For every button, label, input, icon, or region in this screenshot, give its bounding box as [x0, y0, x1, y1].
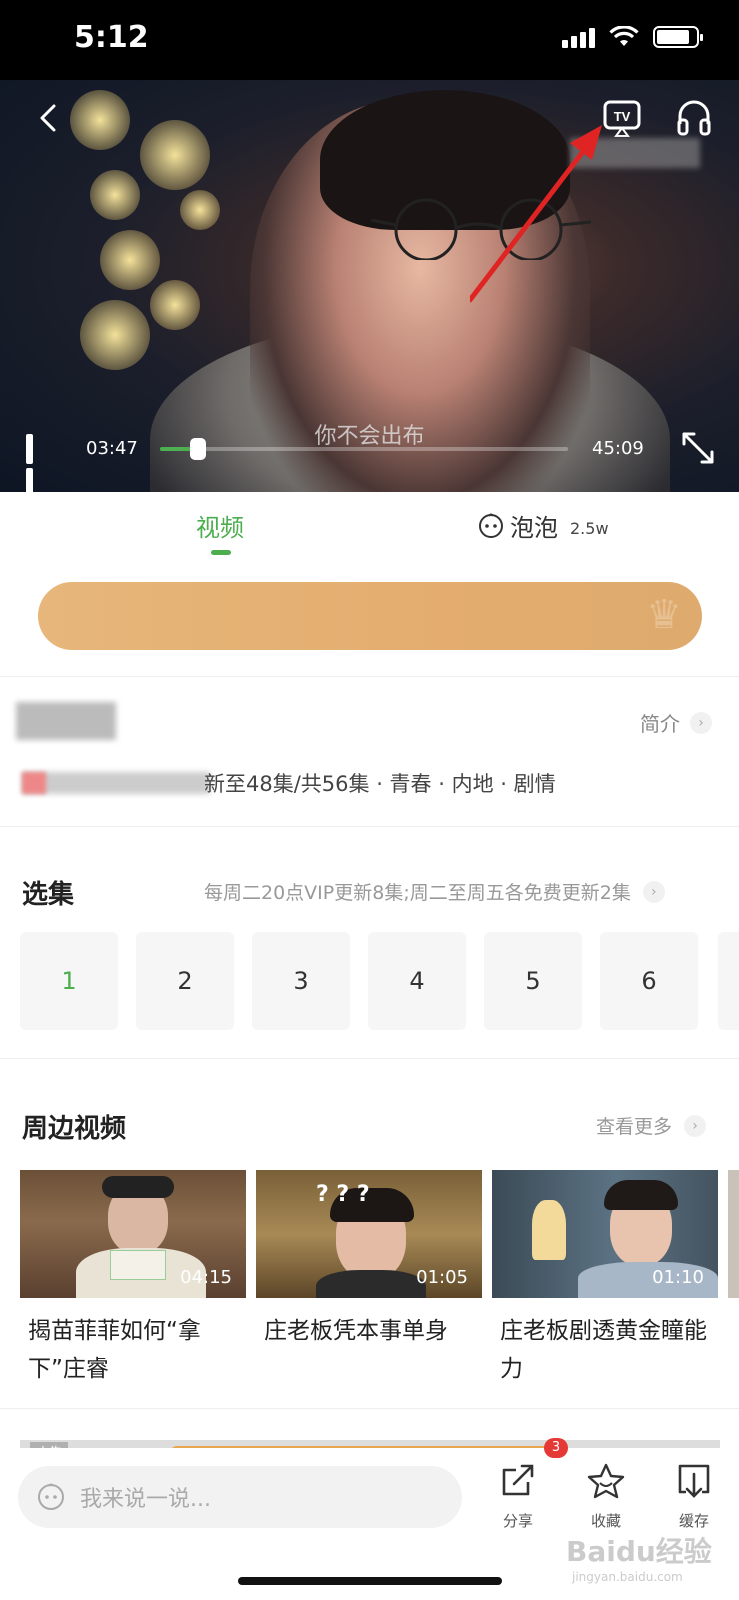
fullscreen-icon — [682, 432, 714, 464]
related-video-card[interactable]: 01:10 庄老板剧透黄金瞳能力 — [492, 1170, 718, 1388]
cellular-signal-icon — [562, 26, 595, 48]
battery-icon — [653, 26, 703, 48]
chevron-right-icon: › — [642, 880, 665, 903]
star-icon — [587, 1463, 625, 1499]
share-button[interactable]: 分享 — [488, 1462, 548, 1531]
tab-active-indicator — [211, 550, 231, 555]
video-thumbnail: 01:10 — [492, 1170, 718, 1298]
video-title: 庄老板剧透黄金瞳能力 — [500, 1318, 707, 1382]
tab-bubble[interactable]: 泡泡 2.5w — [478, 508, 609, 543]
total-time: 45:09 — [592, 438, 644, 459]
status-icons — [562, 26, 703, 48]
tab-bubble-label: 泡泡 — [510, 514, 558, 542]
related-video-card[interactable]: ? ? ? 01:05 庄老板凭本事单身 — [256, 1170, 482, 1388]
bubble-face-icon — [479, 513, 503, 538]
chevron-right-icon: › — [690, 711, 712, 734]
meta-badge-blurred — [22, 772, 46, 794]
episode-button-partial[interactable] — [718, 932, 739, 1030]
video-title: 庄老板凭本事单身 — [264, 1318, 448, 1344]
episode-button[interactable]: 1 — [20, 932, 118, 1030]
intro-label: 简介 — [640, 712, 680, 736]
notification-badge: 3 — [544, 1438, 568, 1458]
wifi-icon — [609, 26, 639, 46]
tab-video[interactable]: 视频 — [196, 508, 244, 543]
content-tabs: 视频 泡泡 2.5w — [0, 492, 739, 560]
chevron-right-icon: › — [684, 1114, 707, 1137]
crown-icon: ♛ — [646, 592, 682, 638]
divider — [0, 1058, 739, 1059]
progress-fill — [160, 447, 195, 451]
show-meta: 新至48集/共56集 · 青春 · 内地 · 剧情 — [204, 772, 556, 796]
related-more-link[interactable]: 查看更多 › — [596, 1112, 707, 1139]
share-icon — [502, 1464, 534, 1496]
comment-input[interactable]: 我来说一说... — [18, 1466, 462, 1528]
episode-button[interactable]: 6 — [600, 932, 698, 1030]
related-video-list: 04:15 揭苗菲菲如何“拿下”庄睿 ? ? ? 01:05 庄老板凭本事单身 … — [20, 1170, 718, 1388]
comment-placeholder: 我来说一说... — [80, 1487, 211, 1512]
divider — [0, 1408, 739, 1409]
favorite-label: 收藏 — [590, 1512, 621, 1530]
episode-button[interactable]: 4 — [368, 932, 466, 1030]
meta-blurred — [22, 772, 210, 794]
download-label: 缓存 — [678, 1512, 709, 1530]
episodes-schedule: 每周二20点VIP更新8集;周二至周五各免费更新2集 — [204, 882, 631, 904]
watermark-url: jingyan.baidu.com — [572, 1570, 683, 1584]
back-icon — [40, 104, 56, 132]
share-label: 分享 — [502, 1512, 533, 1530]
download-icon — [678, 1464, 710, 1498]
vip-banner[interactable]: ♛ — [38, 582, 702, 650]
status-bar: 5:12 — [0, 0, 739, 80]
tab-bubble-count: 2.5w — [570, 519, 609, 538]
pause-button[interactable] — [26, 434, 52, 492]
episodes-schedule-link[interactable]: 每周二20点VIP更新8集;周二至周五各免费更新2集 › — [204, 878, 665, 905]
progress-bar[interactable] — [160, 438, 568, 460]
related-title: 周边视频 — [22, 1114, 127, 1144]
home-indicator[interactable] — [238, 1577, 502, 1585]
red-annotation-arrow — [470, 125, 602, 303]
episode-button[interactable]: 3 — [252, 932, 350, 1030]
emoji-face-icon — [38, 1483, 64, 1510]
current-time: 03:47 — [86, 438, 138, 459]
download-button[interactable]: 缓存 — [664, 1462, 724, 1531]
baidu-watermark: Baidu经验 jingyan.baidu.com — [566, 1530, 712, 1584]
divider — [0, 676, 739, 677]
status-time: 5:12 — [74, 20, 149, 55]
progress-knob[interactable] — [190, 438, 207, 460]
video-player[interactable]: TV 你不会出布 03:47 45:09 — [0, 80, 739, 492]
favorite-button[interactable]: 收藏 — [576, 1462, 636, 1531]
fullscreen-button[interactable] — [680, 430, 716, 466]
related-more-label: 查看更多 — [596, 1116, 673, 1138]
episode-list: 1 2 3 4 5 6 — [20, 932, 698, 1030]
intro-link[interactable]: 简介 › — [640, 708, 712, 737]
episodes-title: 选集 — [22, 880, 75, 910]
video-duration: 01:10 — [652, 1267, 704, 1288]
related-video-card-partial[interactable] — [728, 1170, 739, 1298]
related-video-card[interactable]: 04:15 揭苗菲菲如何“拿下”庄睿 — [20, 1170, 246, 1388]
watermark-brand: Baidu经验 — [566, 1535, 712, 1568]
video-title: 揭苗菲菲如何“拿下”庄睿 — [28, 1318, 201, 1382]
episode-button[interactable]: 5 — [484, 932, 582, 1030]
video-thumbnail: 04:15 — [20, 1170, 246, 1298]
divider — [0, 826, 739, 827]
audio-mode-button[interactable] — [674, 98, 714, 138]
show-title-blurred — [16, 702, 116, 740]
back-button[interactable] — [30, 98, 70, 138]
video-thumbnail: ? ? ? 01:05 — [256, 1170, 482, 1298]
video-duration: 04:15 — [180, 1267, 232, 1288]
video-duration: 01:05 — [416, 1267, 468, 1288]
episode-button[interactable]: 2 — [136, 932, 234, 1030]
headphones-icon — [677, 100, 711, 136]
